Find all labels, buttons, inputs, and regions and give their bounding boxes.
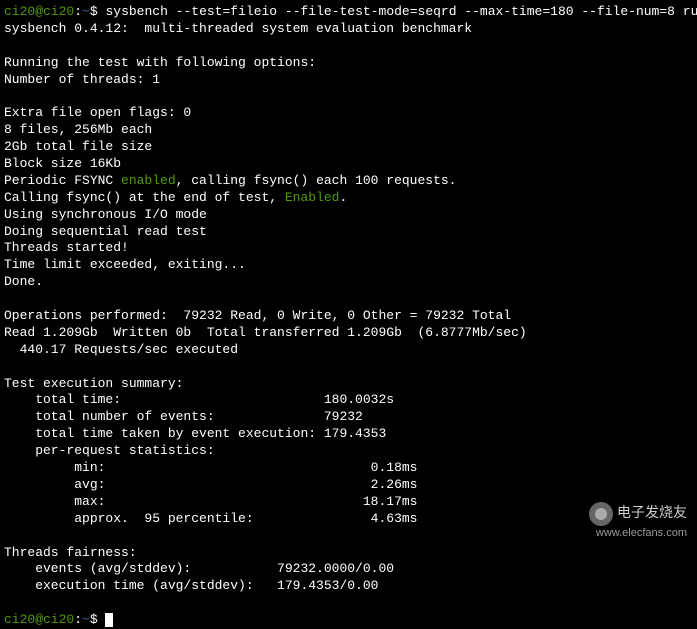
output-block: Block size 16Kb [4,156,693,173]
cursor [105,613,113,627]
output-time-limit: Time limit exceeded, exiting... [4,257,693,274]
command-text: sysbench --test=fileio --file-test-mode=… [105,4,697,19]
summary-total-time: total time: 180.0032s [4,392,693,409]
summary-min: min: 0.18ms [4,460,693,477]
blank [4,88,693,105]
output-version: sysbench 0.4.12: multi-threaded system e… [4,21,693,38]
fairness-header: Threads fairness: [4,545,693,562]
blank [4,595,693,612]
prompt-user: ci20@ci20 [4,612,74,627]
output-read-write: Read 1.209Gb Written 0b Total transferre… [4,325,693,342]
prompt-path: ~ [82,612,90,627]
output-threads: Number of threads: 1 [4,72,693,89]
summary-avg: avg: 2.26ms [4,477,693,494]
output-seq-test: Doing sequential read test [4,224,693,241]
output-total-size: 2Gb total file size [4,139,693,156]
output-done: Done. [4,274,693,291]
prompt-line-2[interactable]: ci20@ci20:~$ [4,612,693,629]
prompt-user: ci20@ci20 [4,4,74,19]
blank [4,291,693,308]
output-sync-mode: Using synchronous I/O mode [4,207,693,224]
output-files: 8 files, 256Mb each [4,122,693,139]
enabled-text: enabled [121,173,176,188]
blank [4,38,693,55]
watermark-sub: www.elecfans.com [589,526,687,540]
prompt-line-1: ci20@ci20:~$ sysbench --test=fileio --fi… [4,4,693,21]
output-operations: Operations performed: 79232 Read, 0 Writ… [4,308,693,325]
summary-event-time: total time taken by event execution: 179… [4,426,693,443]
output-fsync: Periodic FSYNC enabled, calling fsync() … [4,173,693,190]
output-running: Running the test with following options: [4,55,693,72]
blank [4,359,693,376]
summary-per-request: per-request statistics: [4,443,693,460]
output-threads-started: Threads started! [4,240,693,257]
watermark-logo-icon [589,502,613,526]
watermark-main: 电子发烧友 [617,504,687,520]
summary-header: Test execution summary: [4,376,693,393]
prompt-path: ~ [82,4,90,19]
output-calling: Calling fsync() at the end of test, Enab… [4,190,693,207]
summary-total-events: total number of events: 79232 [4,409,693,426]
watermark: 电子发烧友 www.elecfans.com [589,502,687,540]
output-extra-flags: Extra file open flags: 0 [4,105,693,122]
enabled-text: Enabled [285,190,340,205]
output-requests: 440.17 Requests/sec executed [4,342,693,359]
fairness-time: execution time (avg/stddev): 179.4353/0.… [4,578,693,595]
